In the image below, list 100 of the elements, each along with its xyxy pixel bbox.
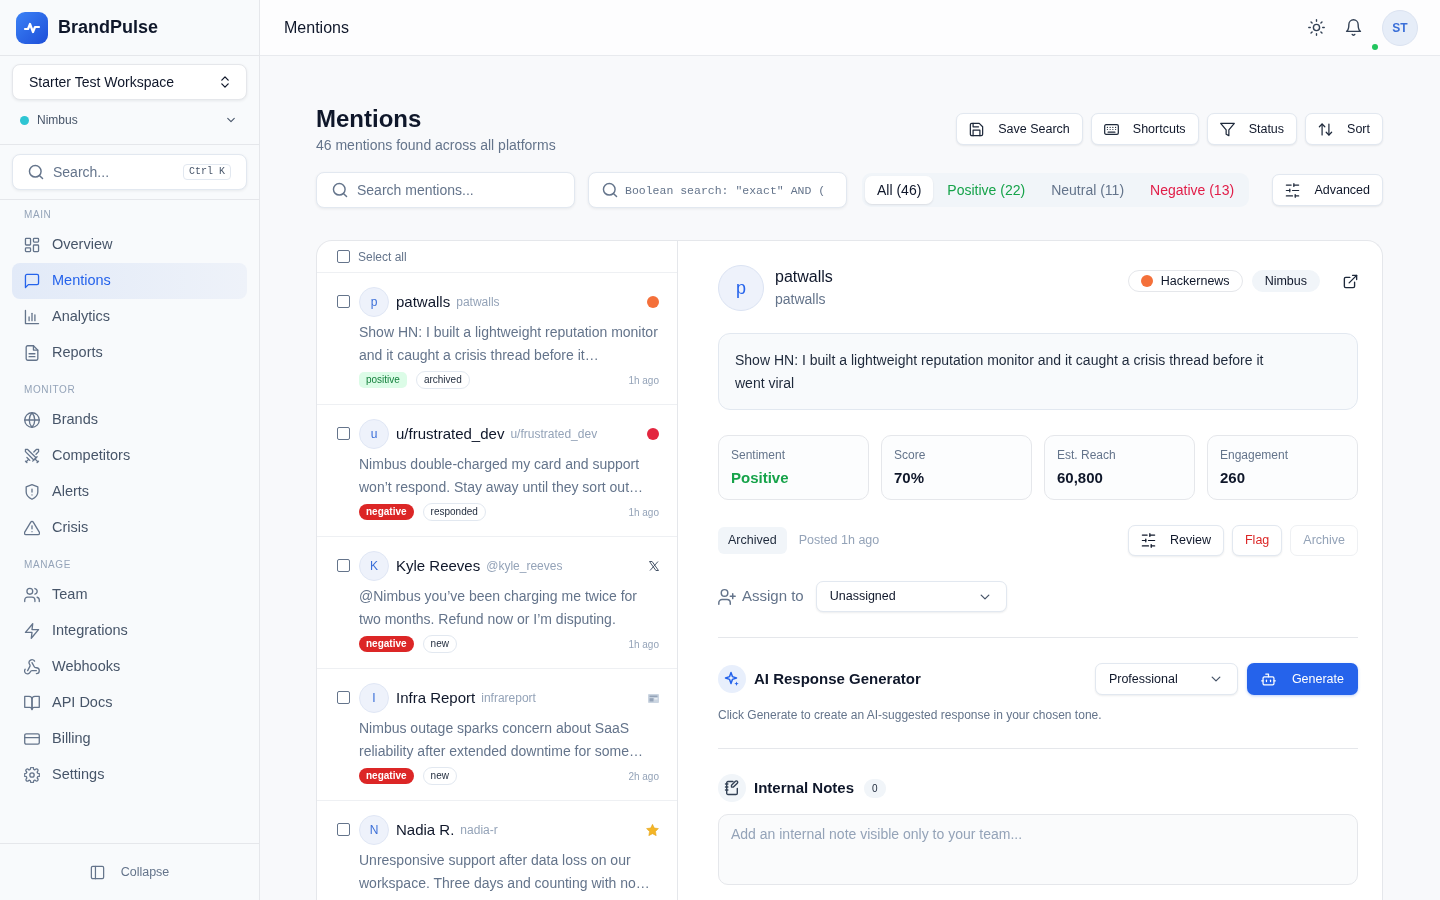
sidebar-item[interactable]: Reports	[12, 335, 247, 371]
swords-icon	[24, 448, 40, 464]
boolean-search-field[interactable]: Boolean search: "exact" AND (	[588, 172, 847, 208]
checkbox[interactable]	[337, 559, 350, 572]
newspaper-icon	[648, 693, 659, 703]
sidebar-item[interactable]: Brands	[12, 402, 247, 438]
workspace-select[interactable]: Starter Test Workspace	[12, 64, 247, 100]
section-label: MAIN	[23, 208, 53, 222]
select-all-label[interactable]: Select all	[358, 247, 407, 266]
sidebar-item[interactable]: Competitors	[12, 438, 247, 474]
keyboard-icon	[1103, 121, 1119, 137]
collapse-button[interactable]: Collapse	[83, 861, 176, 883]
lightning-icon	[24, 623, 40, 639]
author-avatar: N	[359, 815, 389, 845]
mention-text: Show HN: I built a lightweight reputation monitor and it caught a crisis thread before it went viral	[718, 333, 1358, 410]
author-name: Kyle Reeves	[396, 555, 481, 576]
bell-icon[interactable]	[1345, 19, 1362, 36]
search-icon	[28, 164, 44, 180]
sidebar-item[interactable]: Billing	[12, 721, 247, 757]
book-icon	[24, 695, 40, 711]
sidebar-panel-icon	[89, 864, 105, 880]
notebook-pen-icon	[718, 774, 746, 802]
author-name: patwalls	[775, 267, 833, 287]
sidebar-item[interactable]: Alerts	[12, 474, 247, 510]
sort-button[interactable]: Sort	[1305, 113, 1383, 145]
brand-select[interactable]: Nimbus	[12, 110, 247, 130]
users-icon	[24, 587, 40, 603]
status-filter-button[interactable]: Status	[1206, 113, 1298, 145]
message-icon	[24, 273, 40, 289]
advanced-button[interactable]: Advanced	[1272, 174, 1383, 206]
webhook-icon	[24, 659, 40, 675]
grid-icon	[24, 237, 40, 253]
sort-icon	[1318, 121, 1334, 137]
sentiment-tab[interactable]: All (46)	[865, 176, 934, 204]
note-field[interactable]: Add an internal note visible only to your team...	[718, 814, 1358, 885]
checkbox[interactable]	[337, 295, 350, 308]
checkbox[interactable]	[337, 823, 350, 836]
save-icon	[969, 121, 985, 137]
sidebar-item[interactable]: Settings	[12, 757, 247, 793]
mention-excerpt: Show HN: I built a lightweight reputation monitor and it caught a crisis thread before it…	[359, 323, 659, 365]
settings-icon	[24, 767, 40, 783]
sidebar-item[interactable]: Webhooks	[12, 649, 247, 685]
sidebar-item[interactable]: Crisis	[12, 510, 247, 546]
brand-name: BrandPulse	[58, 16, 159, 39]
author-handle: patwalls	[775, 290, 827, 309]
sidebar-item[interactable]: Overview	[12, 227, 247, 263]
sidebar-item[interactable]: Team	[12, 577, 247, 613]
bar-chart-icon	[24, 309, 40, 325]
author-name: Infra Report	[396, 687, 476, 708]
timestamp: 2h ago	[628, 769, 659, 784]
header-title: Mentions	[284, 17, 349, 38]
note-count: 0	[864, 778, 886, 798]
select-all-checkbox[interactable]	[337, 250, 350, 263]
shield-icon	[24, 484, 40, 500]
generate-button[interactable]: Generate	[1246, 663, 1358, 695]
user-avatar[interactable]: ST	[1382, 9, 1418, 46]
sidebar-item[interactable]: Analytics	[12, 299, 247, 335]
author-handle: @kyle_reeves	[486, 558, 563, 575]
author-avatar: I	[359, 683, 389, 713]
warning-icon	[24, 520, 40, 536]
shortcut-key: Ctrl K	[183, 164, 231, 180]
review-button[interactable]: Review	[1128, 525, 1224, 556]
section-label: MONITOR	[23, 383, 77, 397]
sliders-icon	[1141, 533, 1156, 548]
mention-excerpt: @Nimbus you’ve been charging me twice for two months. Refund now or I’m disputing.	[359, 587, 638, 629]
sentiment-tag: positive	[359, 372, 407, 388]
checkbox[interactable]	[337, 427, 350, 440]
section-title: AI Response Generator	[754, 668, 921, 689]
sidebar-item[interactable]: API Docs	[12, 685, 247, 721]
mention-excerpt: Unresponsive support after data loss on our workspace. Three days and counting with no…	[359, 851, 651, 893]
external-link-icon[interactable]	[1343, 273, 1358, 289]
author-handle: infrareport	[481, 690, 536, 707]
stat-label: Sentiment	[731, 447, 787, 463]
mention-excerpt: Nimbus double-charged my card and support won’t respond. Stay away until they sort out…	[359, 455, 645, 497]
sidebar-item[interactable]: Mentions	[12, 263, 247, 299]
assignee-select[interactable]: Unassigned	[815, 581, 1007, 612]
sentiment-tab[interactable]: Neutral (11)	[1039, 176, 1137, 204]
flag-button[interactable]: Flag	[1232, 525, 1283, 556]
stat-value: 70%	[894, 468, 926, 488]
search-field[interactable]: Search mentions...	[316, 172, 575, 208]
robot-icon	[1260, 671, 1276, 687]
shortcuts-button[interactable]: Shortcuts	[1090, 113, 1199, 145]
sun-icon[interactable]	[1308, 19, 1325, 36]
tone-select[interactable]: Professional	[1094, 663, 1238, 695]
stat-label: Score	[894, 447, 927, 463]
sentiment-tag: negative	[359, 636, 414, 652]
timestamp: 1h ago	[628, 637, 659, 652]
status-tag: new	[422, 767, 457, 785]
save-search-button[interactable]: Save Search	[956, 113, 1083, 145]
checkbox[interactable]	[337, 691, 350, 704]
posted-time: Posted 1h ago	[798, 532, 880, 550]
sidebar-item[interactable]: Integrations	[12, 613, 247, 649]
author-name: patwalls	[396, 291, 451, 312]
source-label: Hackernews	[1160, 272, 1230, 290]
stat-label: Engagement	[1220, 447, 1290, 463]
generator-hint: Click Generate to create an AI-suggested response in your chosen tone.	[718, 707, 1103, 723]
author-name: Nadia R.	[396, 819, 455, 840]
user-plus-icon	[718, 587, 736, 606]
stat-value: Positive	[731, 468, 790, 488]
sentiment-tab[interactable]: Negative (13)	[1138, 176, 1247, 204]
